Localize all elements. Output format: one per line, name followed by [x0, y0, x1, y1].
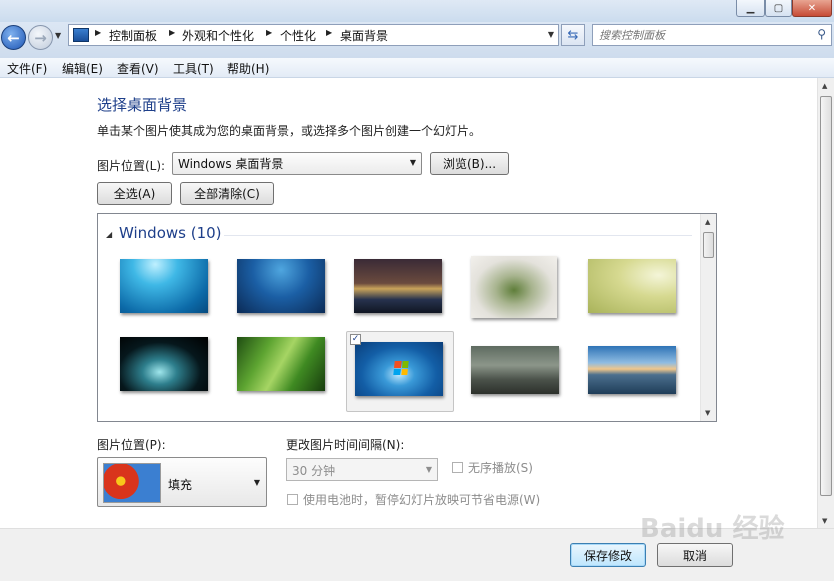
- control-panel-icon: [73, 28, 89, 42]
- save-changes-button[interactable]: 保存修改: [570, 543, 646, 567]
- windows-logo-icon: [393, 361, 409, 375]
- chevron-right-icon: ▶: [95, 28, 102, 37]
- title-bar: [0, 0, 834, 22]
- breadcrumb-item[interactable]: 外观和个性化: [182, 27, 254, 44]
- breadcrumb-item[interactable]: 个性化: [280, 27, 316, 44]
- breadcrumb-item[interactable]: 桌面背景: [340, 27, 388, 44]
- flower-preview-icon: [103, 463, 161, 503]
- chevron-right-icon: ▶: [326, 28, 333, 37]
- interval-label: 更改图片时间间隔(N):: [286, 438, 405, 452]
- chevron-right-icon: ▶: [266, 28, 273, 37]
- page-description: 单击某个图片使其成为您的桌面背景，或选择多个图片创建一个幻灯片。: [97, 124, 482, 138]
- clear-all-button[interactable]: 全部清除(C): [180, 182, 274, 205]
- menu-bar: 文件(F) 编辑(E) 查看(V) 工具(T) 帮助(H): [0, 58, 834, 78]
- wallpaper-thumbnail[interactable]: [471, 346, 559, 394]
- close-button[interactable]: ✕: [792, 0, 832, 17]
- wallpaper-thumbnail[interactable]: [354, 259, 442, 313]
- chevron-down-icon: ▼: [253, 478, 260, 487]
- page-title: 选择桌面背景: [97, 96, 188, 114]
- shuffle-label: 无序播放(S): [468, 461, 533, 475]
- chevron-down-icon: ▼: [409, 158, 416, 167]
- wallpaper-thumbnail-selected[interactable]: ✓: [346, 331, 454, 412]
- collapse-group-icon[interactable]: ◢: [106, 230, 112, 239]
- wallpaper-thumbnail[interactable]: [588, 259, 676, 313]
- search-input[interactable]: [599, 27, 799, 43]
- shuffle-checkbox[interactable]: [452, 462, 463, 473]
- cancel-button[interactable]: 取消: [657, 543, 733, 567]
- address-bar[interactable]: ▶ 控制面板 ▶ 外观和个性化 ▶ 个性化 ▶ 桌面背景 ▼: [68, 24, 559, 46]
- forward-button[interactable]: →: [28, 25, 53, 50]
- chevron-right-icon: ▶: [169, 28, 176, 37]
- chevron-down-icon: ▼: [425, 465, 432, 474]
- address-dropdown-icon[interactable]: ▼: [548, 30, 554, 39]
- browse-button[interactable]: 浏览(B)...: [430, 152, 509, 175]
- refresh-icon: ⇆: [567, 27, 579, 43]
- wallpaper-thumbnail[interactable]: [237, 259, 325, 313]
- picture-position-select[interactable]: 填充 ▼: [97, 457, 267, 507]
- wallpaper-thumbnail[interactable]: [355, 342, 443, 396]
- picture-location-select[interactable]: Windows 桌面背景 ▼: [172, 152, 422, 175]
- search-box[interactable]: ⚲: [592, 24, 832, 46]
- scroll-down-icon[interactable]: ▼: [705, 409, 710, 417]
- close-icon: ✕: [807, 2, 817, 14]
- group-divider: [224, 235, 692, 236]
- picture-location-value: Windows 桌面背景: [178, 157, 284, 171]
- select-all-button[interactable]: 全选(A): [97, 182, 172, 205]
- breadcrumb-item[interactable]: 控制面板: [109, 27, 157, 44]
- minimize-button[interactable]: ▁: [736, 0, 765, 17]
- search-icon[interactable]: ⚲: [817, 27, 826, 41]
- recent-pages-dropdown[interactable]: ▼: [55, 31, 65, 41]
- scroll-thumb[interactable]: [703, 232, 714, 258]
- minimize-icon: ▁: [746, 2, 755, 14]
- menu-tools[interactable]: 工具(T): [173, 60, 214, 77]
- maximize-button[interactable]: ▢: [765, 0, 792, 17]
- wallpaper-thumbnail[interactable]: [471, 256, 557, 318]
- back-button[interactable]: ←: [1, 25, 26, 50]
- scroll-down-icon[interactable]: ▼: [822, 517, 827, 525]
- group-title: Windows (10): [119, 224, 222, 242]
- picture-location-label: 图片位置(L):: [97, 159, 166, 173]
- battery-pause-checkbox[interactable]: [287, 494, 298, 505]
- wallpaper-thumbnail[interactable]: [588, 346, 676, 394]
- battery-pause-label: 使用电池时，暂停幻灯片放映可节省电源(W): [303, 493, 541, 507]
- wallpaper-gallery: ◢ Windows (10) ✓ ▲ ▼: [97, 213, 717, 422]
- wallpaper-thumbnail[interactable]: [237, 337, 325, 391]
- page-scrollbar[interactable]: ▲ ▼: [817, 78, 834, 528]
- scroll-thumb[interactable]: [820, 96, 832, 496]
- maximize-icon: ▢: [773, 2, 784, 14]
- wallpaper-thumbnail[interactable]: [120, 259, 208, 313]
- gallery-scrollbar[interactable]: ▲ ▼: [700, 214, 716, 421]
- back-arrow-icon: ←: [7, 28, 20, 47]
- interval-value: 30 分钟: [292, 464, 336, 478]
- menu-view[interactable]: 查看(V): [117, 60, 159, 77]
- scroll-up-icon[interactable]: ▲: [822, 82, 827, 90]
- baidu-watermark: Baidu 经验: [640, 514, 785, 544]
- scroll-up-icon[interactable]: ▲: [705, 218, 710, 226]
- refresh-button[interactable]: ⇆: [561, 24, 585, 46]
- picture-position-label: 图片位置(P):: [97, 438, 166, 452]
- menu-help[interactable]: 帮助(H): [227, 60, 269, 77]
- interval-select[interactable]: 30 分钟 ▼: [286, 458, 438, 481]
- picture-position-value: 填充: [168, 478, 193, 492]
- menu-edit[interactable]: 编辑(E): [62, 60, 103, 77]
- menu-file[interactable]: 文件(F): [7, 60, 47, 77]
- wallpaper-checkbox[interactable]: ✓: [350, 334, 361, 345]
- wallpaper-thumbnail[interactable]: [120, 337, 208, 391]
- forward-arrow-icon: →: [34, 28, 47, 47]
